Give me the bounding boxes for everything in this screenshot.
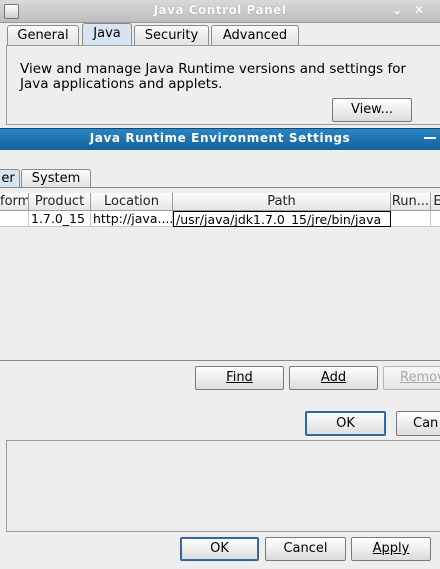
column-header-enabled[interactable]: E (431, 193, 440, 211)
column-header-path[interactable]: Path (173, 193, 391, 211)
cell-runtime[interactable] (391, 211, 431, 227)
view-button[interactable]: View... (332, 98, 412, 122)
add-button-label: Add (320, 370, 347, 385)
find-button-label: Find (226, 370, 253, 385)
cancel-button[interactable]: Cancel (265, 537, 346, 561)
tab-user[interactable]: er (0, 169, 20, 188)
jre-ok-button[interactable]: OK (305, 411, 386, 436)
cell-path[interactable]: /usr/java/jdk1.7.0_15/jre/bin/java (173, 211, 391, 227)
column-header-product[interactable]: Product (29, 193, 91, 211)
cell-location[interactable]: http://java.... (91, 211, 173, 227)
jre-dialog-minimize-icon[interactable] (424, 137, 436, 151)
column-header-platform[interactable]: form (0, 193, 29, 211)
tab-advanced[interactable]: Advanced (211, 25, 299, 45)
cell-enabled[interactable] (431, 211, 440, 227)
tab-general[interactable]: General (7, 25, 79, 45)
jre-ok-label: OK (336, 416, 355, 431)
jre-dialog-title: Java Runtime Environment Settings (89, 131, 351, 145)
view-button-label: View... (350, 102, 394, 117)
ok-label: OK (210, 541, 229, 556)
find-button[interactable]: Find (195, 366, 284, 390)
apply-button[interactable]: Apply (351, 537, 431, 561)
apply-label: Apply (372, 541, 410, 556)
ok-button[interactable]: OK (180, 537, 259, 561)
cancel-label: Cancel (283, 541, 328, 556)
tab-java[interactable]: Java (82, 23, 132, 45)
cell-product[interactable]: 1.7.0_15 (29, 211, 91, 227)
column-header-location[interactable]: Location (91, 193, 173, 211)
tab-security[interactable]: Security (134, 25, 209, 45)
add-button[interactable]: Add (289, 366, 378, 390)
close-icon[interactable]: ✕ (414, 3, 424, 17)
jre-cancel-button[interactable]: Can (396, 411, 440, 436)
tab-system[interactable]: System (21, 169, 91, 188)
remove-button[interactable]: Remov (383, 366, 440, 390)
remove-button-label: Remov (400, 370, 440, 385)
java-description: View and manage Java Runtime versions an… (20, 61, 407, 92)
jre-cancel-label: Can (413, 416, 439, 431)
column-header-runtime[interactable]: Run... (391, 193, 431, 211)
minimize-icon[interactable]: ⌄ (392, 3, 402, 17)
control-panel-title: Java Control Panel (153, 3, 287, 17)
control-panel-lower-panel (6, 440, 440, 532)
cell-platform[interactable] (0, 211, 29, 227)
